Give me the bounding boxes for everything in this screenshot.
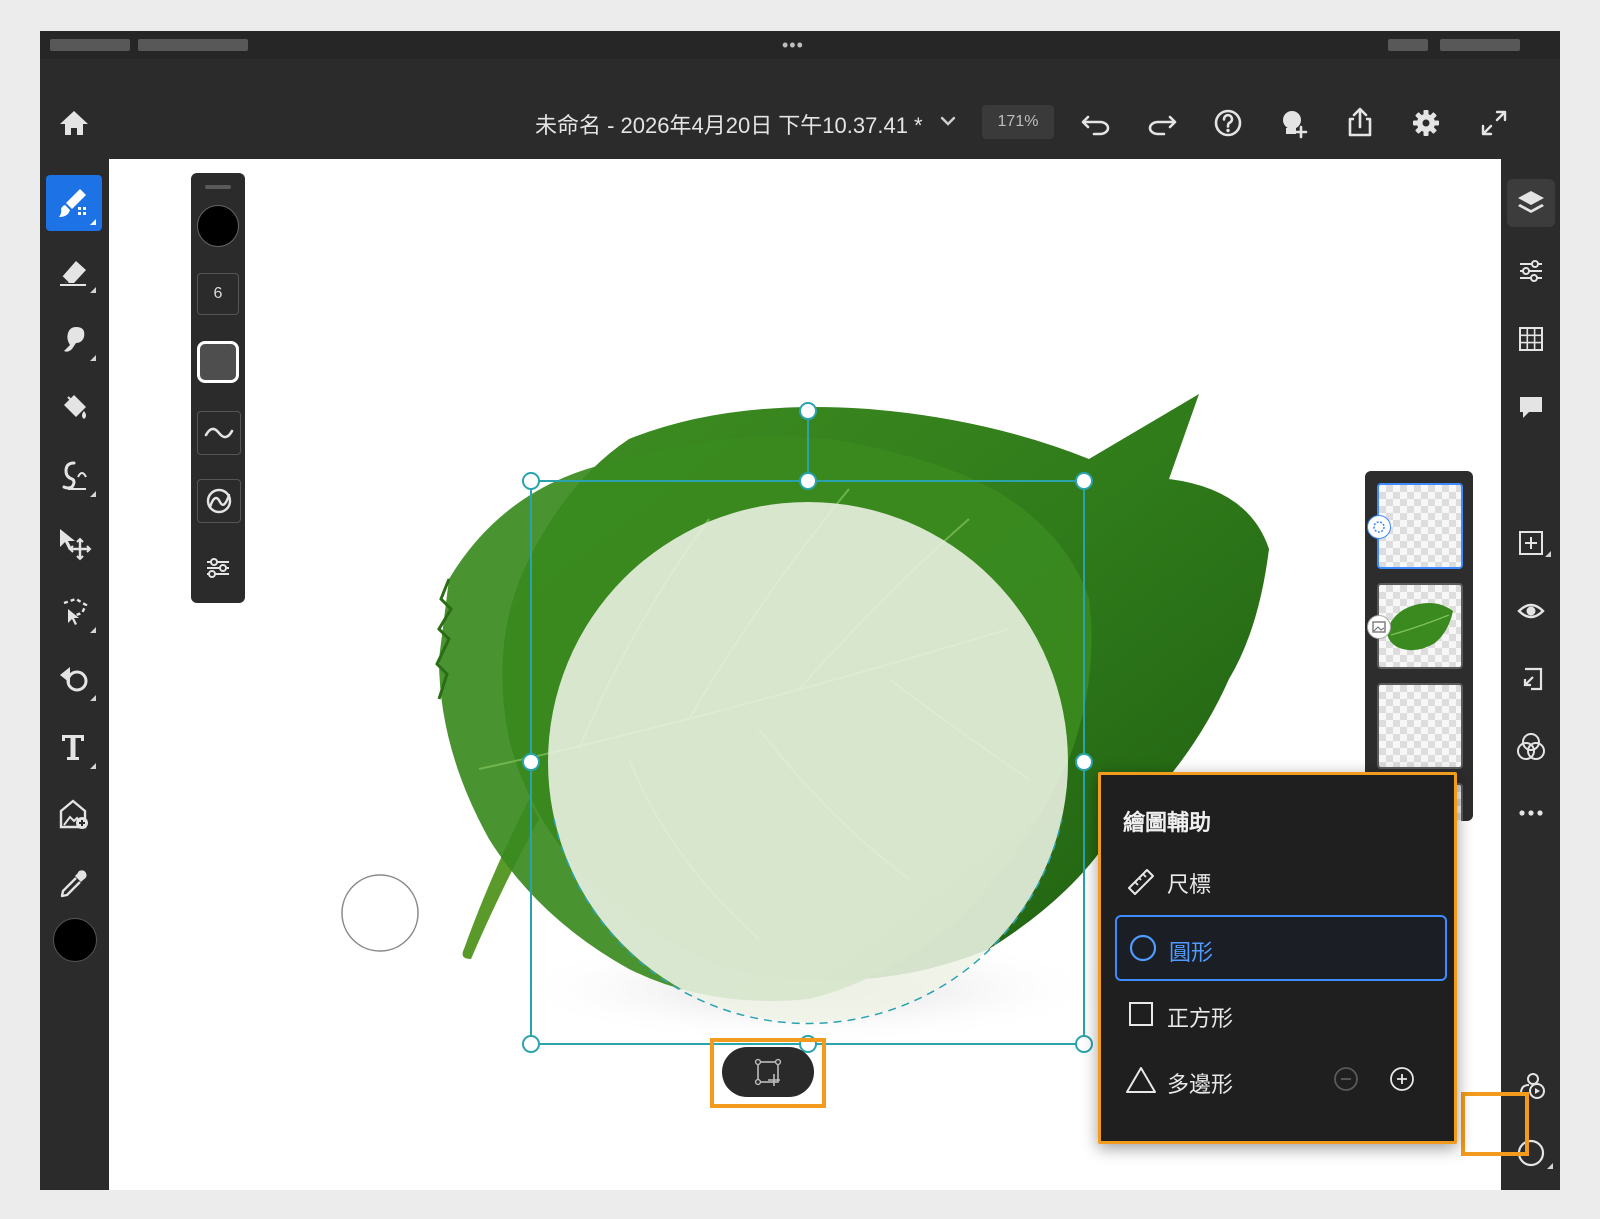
add-layer-icon[interactable] (1507, 519, 1555, 567)
brush-opacity-swatch[interactable] (197, 341, 239, 383)
document-title[interactable]: 未命名 - 2026年4月20日 下午10.37.41 * (535, 108, 923, 140)
app-window: ••• 未命名 - 2026年4月20日 下午10.37.41 * 171% 6… (40, 31, 1560, 1190)
status-bar: ••• (40, 31, 1560, 59)
aid-ruler[interactable]: 尺標 (1115, 849, 1443, 911)
circle-icon (1129, 934, 1157, 962)
redo-icon[interactable] (1142, 103, 1182, 143)
eraser-icon[interactable] (46, 243, 102, 299)
status-date (138, 39, 248, 51)
shape-layer-icon (1367, 515, 1391, 539)
brush-settings-panel: 6 (191, 173, 245, 603)
polygon-increase-icon[interactable] (1387, 1064, 1417, 1094)
lasso-icon[interactable] (46, 583, 102, 639)
layer-thumbnail-empty[interactable] (1377, 683, 1463, 769)
aid-ruler-label: 尺標 (1167, 872, 1212, 897)
layers-icon[interactable] (1507, 179, 1555, 227)
image-layer-icon (1367, 615, 1391, 639)
brush-cursor (341, 874, 419, 952)
drawing-aid-highlight (1461, 1092, 1529, 1156)
import-icon[interactable] (1507, 655, 1555, 703)
multitask-dots-icon[interactable]: ••• (782, 35, 804, 56)
aid-square-label: 正方形 (1167, 1006, 1234, 1031)
undo-icon[interactable] (1076, 103, 1116, 143)
type-icon[interactable] (46, 719, 102, 775)
zoom-level[interactable]: 171% (982, 105, 1054, 139)
eyedropper-icon[interactable] (46, 855, 102, 911)
visibility-icon[interactable] (1507, 587, 1555, 635)
brush-icon[interactable] (46, 175, 102, 231)
smoothing-icon[interactable] (197, 411, 241, 455)
brush-options-icon[interactable] (197, 547, 239, 589)
home-icon[interactable] (54, 103, 94, 143)
triangle-icon (1126, 1067, 1156, 1093)
smudge-icon[interactable] (46, 311, 102, 367)
transform-button-highlight (710, 1038, 826, 1108)
square-icon (1129, 1002, 1153, 1026)
brush-size-input[interactable]: 6 (197, 273, 239, 315)
clone-stamp-icon[interactable] (46, 651, 102, 707)
drawing-aids-popover: 繪圖輔助 尺標 圓形 正方形 多邊形 (1098, 772, 1457, 1144)
place-image-icon[interactable] (46, 787, 102, 843)
chevron-down-icon[interactable] (938, 111, 958, 136)
drawing-aids-title: 繪圖輔助 (1123, 810, 1212, 835)
ruler-icon (1128, 869, 1154, 895)
circle-shape[interactable] (548, 502, 1068, 1022)
move-icon[interactable] (46, 515, 102, 571)
share-icon[interactable] (1340, 103, 1380, 143)
liquify-icon[interactable] (46, 447, 102, 503)
adjustments-icon[interactable] (1507, 247, 1555, 295)
layers-panel (1365, 471, 1473, 821)
status-wifi (1388, 39, 1428, 51)
top-bar: 未命名 - 2026年4月20日 下午10.37.41 * 171% (40, 59, 1560, 159)
blend-icon[interactable] (1507, 723, 1555, 771)
aid-circle-label: 圓形 (1169, 940, 1214, 965)
grid-icon[interactable] (1507, 315, 1555, 363)
fullscreen-icon[interactable] (1474, 103, 1514, 143)
left-toolbar (40, 159, 109, 1190)
comment-icon[interactable] (1507, 383, 1555, 431)
color-swatch-black[interactable] (53, 918, 97, 962)
right-toolbar (1501, 159, 1560, 1190)
aid-polygon[interactable]: 多邊形 (1115, 1049, 1443, 1111)
panel-grip[interactable] (205, 185, 231, 189)
aid-square[interactable]: 正方形 (1115, 983, 1443, 1045)
help-icon[interactable] (1208, 103, 1248, 143)
aid-circle[interactable]: 圓形 (1115, 915, 1447, 981)
gear-icon[interactable] (1406, 103, 1446, 143)
brush-color-swatch[interactable] (197, 205, 239, 247)
status-battery (1440, 39, 1520, 51)
pressure-icon[interactable] (197, 479, 241, 523)
aid-polygon-label: 多邊形 (1167, 1072, 1234, 1097)
status-time (50, 39, 130, 51)
more-icon[interactable] (1507, 789, 1555, 837)
fill-icon[interactable] (46, 379, 102, 435)
user-add-icon[interactable] (1274, 103, 1314, 143)
polygon-decrease-icon[interactable] (1331, 1064, 1361, 1094)
